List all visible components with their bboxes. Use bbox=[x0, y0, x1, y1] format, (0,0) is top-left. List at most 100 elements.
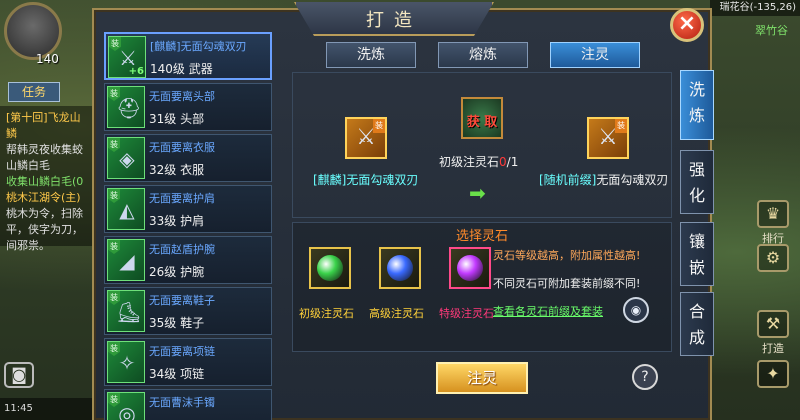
equipment-shape-icon: ◭ bbox=[119, 198, 135, 222]
player-level: 140 bbox=[36, 52, 59, 66]
equipment-shape-icon: ◎ bbox=[118, 402, 136, 420]
acquire-label: 获 取 bbox=[466, 115, 498, 130]
side-action-icon: ⚒ bbox=[757, 310, 789, 338]
spirit-stone-label: 高级注灵石 bbox=[369, 307, 424, 320]
vertical-tab[interactable]: 合 成 bbox=[680, 292, 714, 356]
quest-tracker[interactable]: [第十回]飞龙山鳞 帮韩灵夜收集蛟 山鳞白毛 收集山鳞白毛(0 桃木江湖令(主) 桃木为令… bbox=[0, 106, 92, 252]
side-action-icon: ✦ bbox=[757, 360, 789, 388]
infuse-button[interactable]: 注灵 bbox=[436, 362, 528, 394]
equipment-name: 无面要离衣服 bbox=[149, 141, 215, 154]
equipment-list-item[interactable]: 装 ◎ 无面曹沫手镯 bbox=[104, 389, 272, 420]
title-bar: 打造 bbox=[294, 2, 494, 36]
quest-line: 山鳞白毛 bbox=[6, 159, 50, 172]
acquire-stone-slot[interactable]: 获 取 bbox=[461, 97, 503, 139]
arrow-right-icon: ➡ bbox=[469, 181, 486, 205]
side-action-label: 打造 bbox=[762, 342, 784, 355]
quest-line: [第十回]飞龙山鳞 bbox=[6, 111, 81, 140]
equipment-shape-icon: ✧ bbox=[118, 351, 136, 375]
tab-2[interactable]: 熔炼 bbox=[438, 42, 528, 68]
equipment-icon: 装 ⛑ bbox=[107, 86, 145, 128]
equipment-shape-icon: ⛸ bbox=[116, 300, 142, 324]
eye-icon[interactable]: ◉ bbox=[623, 297, 649, 323]
stone-requirement-total: /1 bbox=[506, 155, 519, 169]
equipment-list-item[interactable]: 装 ⛑ 无面要离头部 31级 头部 bbox=[104, 83, 272, 131]
quest-line: 收集山鳞白毛(0 bbox=[6, 175, 84, 188]
equipment-name: 无面赵盾护腕 bbox=[149, 243, 215, 256]
equipment-level: 31级 头部 bbox=[149, 112, 205, 126]
equipment-list-item[interactable]: 装 ⚔ +6 [麒麟]无面勾魂双刃 140级 武器 bbox=[104, 32, 272, 80]
result-item-slot[interactable]: ⚔ 装 bbox=[587, 117, 629, 159]
equipment-list-item[interactable]: 装 ◭ 无面要离护肩 33级 护肩 bbox=[104, 185, 272, 233]
vertical-tab[interactable]: 强 化 bbox=[680, 150, 714, 214]
equipment-level: 26级 护腕 bbox=[149, 265, 205, 279]
spirit-stone-icon bbox=[317, 255, 343, 281]
side-action-button[interactable]: ⚒ 打造 bbox=[752, 310, 794, 355]
equip-badge: 装 bbox=[615, 119, 627, 133]
stone-selection-area: 选择灵石 初级注灵石 高级注灵石 特级注灵石 灵石等级越高，附加属性越高! 不同灵石… bbox=[292, 222, 672, 352]
help-icon[interactable]: ? bbox=[632, 364, 658, 390]
equipment-list-item[interactable]: 装 ✧ 无面要离项链 34级 项链 bbox=[104, 338, 272, 386]
close-icon[interactable]: × bbox=[670, 8, 704, 42]
equipment-level: 35级 鞋子 bbox=[149, 316, 205, 330]
side-action-button[interactable]: ✦ bbox=[752, 360, 794, 404]
equipment-icon: 装 ⛸ bbox=[107, 290, 145, 332]
result-item-name: [随机前缀]无面勾魂双刃 bbox=[539, 171, 668, 188]
equipment-name: 无面要离头部 bbox=[149, 90, 215, 103]
stone-requirement-label: 初级注灵石 bbox=[439, 155, 500, 169]
forge-panel: 打造 装 ⚔ +6 [麒麟]无面勾魂双刃 140级 武器装 ⛑ 无面要离头部 31级 头部装 ◈… bbox=[92, 2, 714, 420]
equipment-name: [麒麟]无面勾魂双刃 bbox=[150, 40, 247, 53]
spirit-stone-icon bbox=[387, 255, 413, 281]
spirit-stone-slot[interactable] bbox=[379, 247, 421, 289]
camera-icon[interactable]: ◙ bbox=[4, 362, 34, 388]
status-bar: 11:45 bbox=[0, 398, 92, 420]
stone-info-2: 不同灵石可附加套装前缀不同! bbox=[493, 277, 641, 290]
side-action-icon: ♛ bbox=[757, 200, 789, 228]
equipment-name: 无面要离项链 bbox=[149, 345, 215, 358]
equipment-level: 33级 护肩 bbox=[149, 214, 205, 228]
tab-1[interactable]: 洗炼 bbox=[326, 42, 416, 68]
spirit-stone-label: 特级注灵石 bbox=[439, 307, 494, 320]
vertical-tab[interactable]: 镶 嵌 bbox=[680, 222, 714, 286]
spirit-stone-slot[interactable] bbox=[449, 247, 491, 289]
task-tab[interactable]: 任务 bbox=[8, 82, 60, 102]
equipment-list-item[interactable]: 装 ◢ 无面赵盾护腕 26级 护腕 bbox=[104, 236, 272, 284]
equipment-list[interactable]: 装 ⚔ +6 [麒麟]无面勾魂双刃 140级 武器装 ⛑ 无面要离头部 31级 头部装 ◈ 无面要… bbox=[104, 32, 276, 420]
equipment-icon: 装 ◭ bbox=[107, 188, 145, 230]
spirit-stone-icon bbox=[457, 255, 483, 281]
side-action-button[interactable]: ♛ 排行 bbox=[752, 200, 794, 245]
equipment-shape-icon: ◈ bbox=[119, 147, 135, 171]
equipment-icon: 装 ◎ bbox=[107, 392, 145, 420]
quest-line: 平，侠字为刀， bbox=[6, 223, 83, 236]
equipment-shape-icon: ◢ bbox=[119, 249, 135, 273]
view-prefix-link[interactable]: 查看各灵石前缀及套装 bbox=[493, 303, 603, 319]
equipment-icon: 装 ⚔ +6 bbox=[108, 36, 146, 78]
panel-title: 打造 bbox=[366, 10, 422, 31]
quest-line: 桃木江湖令(主) bbox=[6, 191, 81, 204]
stone-selection-title: 选择灵石 bbox=[455, 229, 508, 244]
result-prefix: [随机前缀] bbox=[539, 173, 597, 187]
tab-3[interactable]: 注灵 bbox=[550, 42, 640, 68]
equipment-level: 140级 武器 bbox=[150, 62, 213, 76]
equipment-icon: 装 ◈ bbox=[107, 137, 145, 179]
result-name: 无面勾魂双刃 bbox=[596, 173, 669, 187]
source-item-name: [麒麟]无面勾魂双刃 bbox=[313, 171, 418, 188]
equip-badge: 装 bbox=[373, 119, 385, 133]
quest-line: 间邪祟。 bbox=[6, 239, 50, 252]
spirit-stone-slot[interactable] bbox=[309, 247, 351, 289]
source-item-label: [麒麟]无面勾魂双刃 bbox=[313, 173, 419, 187]
minimap-label[interactable]: 翠竹谷 bbox=[755, 22, 788, 38]
stone-requirement-have: 0 bbox=[499, 155, 507, 169]
side-action-button[interactable]: ⚙ bbox=[752, 244, 794, 288]
enhance-level: +6 bbox=[128, 66, 144, 77]
quest-line: 帮韩灵夜收集蛟 bbox=[6, 143, 83, 156]
equipment-name: 无面要离鞋子 bbox=[149, 294, 215, 307]
vertical-tab[interactable]: 洗 炼 bbox=[680, 70, 714, 140]
side-action-icon: ⚙ bbox=[757, 244, 789, 272]
source-item-slot[interactable]: ⚔ 装 bbox=[345, 117, 387, 159]
spirit-stone-label: 初级注灵石 bbox=[299, 307, 354, 320]
equipment-name: 无面曹沫手镯 bbox=[149, 396, 215, 409]
equipment-list-item[interactable]: 装 ◈ 无面要离衣服 32级 衣服 bbox=[104, 134, 272, 182]
stone-info-1: 灵石等级越高，附加属性越高! bbox=[493, 249, 641, 262]
equipment-shape-icon: ⛑ bbox=[116, 96, 142, 120]
equipment-list-item[interactable]: 装 ⛸ 无面要离鞋子 35级 鞋子 bbox=[104, 287, 272, 335]
